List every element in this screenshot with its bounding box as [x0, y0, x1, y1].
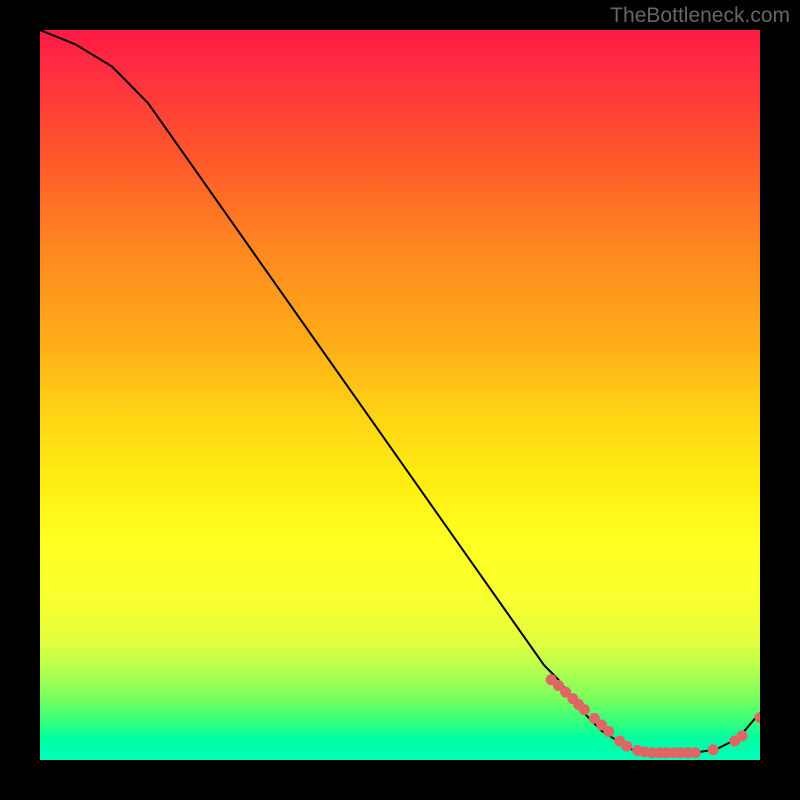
chart-marker — [737, 730, 748, 741]
watermark-text: TheBottleneck.com — [610, 4, 790, 28]
chart-markers — [546, 674, 760, 758]
chart-marker — [603, 726, 614, 737]
chart-svg — [40, 30, 760, 760]
chart-marker — [621, 741, 632, 752]
chart-marker — [579, 704, 590, 715]
chart-marker — [755, 712, 761, 723]
chart-marker — [708, 744, 719, 755]
chart-marker — [690, 747, 701, 758]
chart-curve — [40, 30, 760, 753]
chart-plot-area — [40, 30, 760, 760]
